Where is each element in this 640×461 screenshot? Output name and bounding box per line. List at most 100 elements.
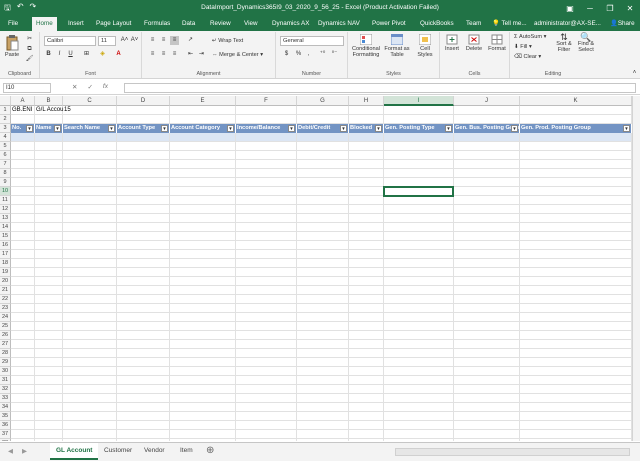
tab-home[interactable]: Home: [32, 17, 57, 31]
row-header-25[interactable]: 25: [0, 322, 11, 331]
tab-page-layout[interactable]: Page Layout: [92, 17, 135, 31]
row-header-12[interactable]: 12: [0, 205, 11, 214]
column-header-k[interactable]: K: [520, 96, 632, 106]
cut-icon[interactable]: ✂: [25, 35, 34, 44]
name-box[interactable]: I10: [3, 83, 51, 93]
row-header-19[interactable]: 19: [0, 268, 11, 277]
user-account[interactable]: administrator@AX-SE...: [530, 17, 605, 31]
row-header-21[interactable]: 21: [0, 286, 11, 295]
row-header-31[interactable]: 31: [0, 376, 11, 385]
column-header-c[interactable]: C: [63, 96, 117, 106]
filter-dropdown-icon[interactable]: ▼: [340, 125, 347, 132]
horizontal-scrollbar[interactable]: [395, 448, 630, 456]
column-header-g[interactable]: G: [297, 96, 349, 106]
percent-button[interactable]: %: [294, 50, 303, 59]
font-color-icon[interactable]: A: [114, 50, 123, 59]
tab-dynamics-ax[interactable]: Dynamics AX: [268, 17, 313, 31]
filter-dropdown-icon[interactable]: ▼: [108, 125, 115, 132]
column-header-i[interactable]: I: [384, 96, 454, 106]
row-header-22[interactable]: 22: [0, 295, 11, 304]
row-header-2[interactable]: 2: [0, 115, 11, 124]
cell-styles-button[interactable]: Cell Styles: [412, 34, 438, 58]
collapse-ribbon-icon[interactable]: ˄: [630, 69, 639, 78]
worksheet-grid[interactable]: ABCDEFGHIJK 1 2 3 4 5 6 7 8 9 10 11 12 13 14 15 16 17 18 1…: [0, 96, 632, 441]
cell-c1[interactable]: 15: [64, 106, 71, 115]
row-header-8[interactable]: 8: [0, 169, 11, 178]
decrease-decimal-icon[interactable]: ⁰⁻: [330, 50, 339, 59]
ribbon-display-icon[interactable]: ▣: [560, 0, 580, 17]
row-header-26[interactable]: 26: [0, 331, 11, 340]
table-header-cell[interactable]: Gen. Posting Type ▼: [384, 124, 454, 133]
table-header-cell[interactable]: Blocked ▼: [349, 124, 384, 133]
paste-button[interactable]: Paste: [3, 35, 21, 58]
filter-dropdown-icon[interactable]: ▼: [288, 125, 295, 132]
sheet-tab-vendor[interactable]: Vendor: [138, 443, 171, 460]
sheet-tab-customer[interactable]: Customer: [98, 443, 138, 460]
tab-file[interactable]: File: [4, 17, 22, 31]
align-center-icon[interactable]: ≡: [159, 50, 168, 59]
row-header-33[interactable]: 33: [0, 394, 11, 403]
table-header-cell[interactable]: Debit/Credit ▼: [297, 124, 349, 133]
format-as-table-button[interactable]: Format as Table: [384, 34, 410, 58]
table-header-cell[interactable]: Gen. Prod. Posting Group ▼: [520, 124, 632, 133]
tab-team[interactable]: Team: [462, 17, 485, 31]
table-header-cell[interactable]: Income/Balance ▼: [236, 124, 297, 133]
row-header-18[interactable]: 18: [0, 259, 11, 268]
wrap-text-button[interactable]: ↵ Wrap Text: [212, 38, 243, 44]
column-header-b[interactable]: B: [35, 96, 63, 106]
table-header-cell[interactable]: No. ▼: [11, 124, 35, 133]
next-sheet-icon[interactable]: ▶: [22, 447, 27, 455]
orientation-icon[interactable]: ↗: [186, 36, 195, 45]
vertical-scrollbar[interactable]: [632, 96, 640, 441]
insert-cells-button[interactable]: Insert: [442, 34, 462, 52]
row-header-4[interactable]: 4: [0, 133, 11, 142]
filter-dropdown-icon[interactable]: ▼: [227, 125, 234, 132]
tell-me-search[interactable]: 💡 Tell me...: [488, 17, 531, 31]
restore-button[interactable]: ❐: [600, 0, 620, 17]
row-header-38[interactable]: 38: [0, 439, 11, 441]
close-button[interactable]: ✕: [620, 0, 640, 17]
tab-data[interactable]: Data: [178, 17, 199, 31]
row-header-11[interactable]: 11: [0, 196, 11, 205]
decrease-indent-icon[interactable]: ⇤: [186, 50, 195, 59]
table-header-cell[interactable]: Gen. Bus. Posting Group ▼: [454, 124, 520, 133]
align-middle-icon[interactable]: ≡: [159, 36, 168, 45]
align-bottom-icon[interactable]: ≡: [170, 36, 179, 45]
row-header-28[interactable]: 28: [0, 349, 11, 358]
filter-dropdown-icon[interactable]: ▼: [511, 125, 518, 132]
row-header-35[interactable]: 35: [0, 412, 11, 421]
row-header-37[interactable]: 37: [0, 430, 11, 439]
conditional-formatting-button[interactable]: Conditional Formatting: [350, 34, 382, 58]
bold-button[interactable]: B: [44, 50, 53, 59]
align-top-icon[interactable]: ≡: [148, 36, 157, 45]
sheet-tab-gl-account[interactable]: GL Account: [50, 443, 99, 460]
column-header-e[interactable]: E: [170, 96, 236, 106]
row-header-10[interactable]: 10: [0, 187, 11, 196]
insert-function-icon[interactable]: fx: [103, 83, 108, 91]
row-header-13[interactable]: 13: [0, 214, 11, 223]
select-all-corner[interactable]: [0, 96, 11, 106]
table-header-cell[interactable]: Account Type ▼: [117, 124, 170, 133]
tab-dynamics-nav[interactable]: Dynamics NAV: [314, 17, 364, 31]
tab-power-pivot[interactable]: Power Pivot: [368, 17, 410, 31]
column-header-h[interactable]: H: [349, 96, 384, 106]
row-header-30[interactable]: 30: [0, 367, 11, 376]
delete-cells-button[interactable]: Delete: [464, 34, 484, 52]
fill-button[interactable]: ⬇ Fill ▾: [514, 44, 532, 50]
table-header-cell[interactable]: Name ▼: [35, 124, 63, 133]
row-header-9[interactable]: 9: [0, 178, 11, 187]
share-button[interactable]: 👤Share: [606, 17, 639, 31]
sort-filter-button[interactable]: ⇅ Sort & Filter: [554, 33, 574, 54]
increase-indent-icon[interactable]: ⇥: [197, 50, 206, 59]
currency-button[interactable]: $: [282, 50, 291, 59]
row-header-32[interactable]: 32: [0, 385, 11, 394]
italic-button[interactable]: I: [55, 50, 64, 59]
increase-decimal-icon[interactable]: ⁺⁰: [318, 50, 327, 59]
minimize-button[interactable]: ─: [580, 0, 600, 17]
row-header-23[interactable]: 23: [0, 304, 11, 313]
formula-input[interactable]: [124, 83, 636, 93]
prev-sheet-icon[interactable]: ◀: [8, 447, 13, 455]
filter-dropdown-icon[interactable]: ▼: [375, 125, 382, 132]
cell-b1[interactable]: G/L Accou: [36, 106, 63, 115]
redo-icon[interactable]: ↷: [30, 2, 37, 16]
